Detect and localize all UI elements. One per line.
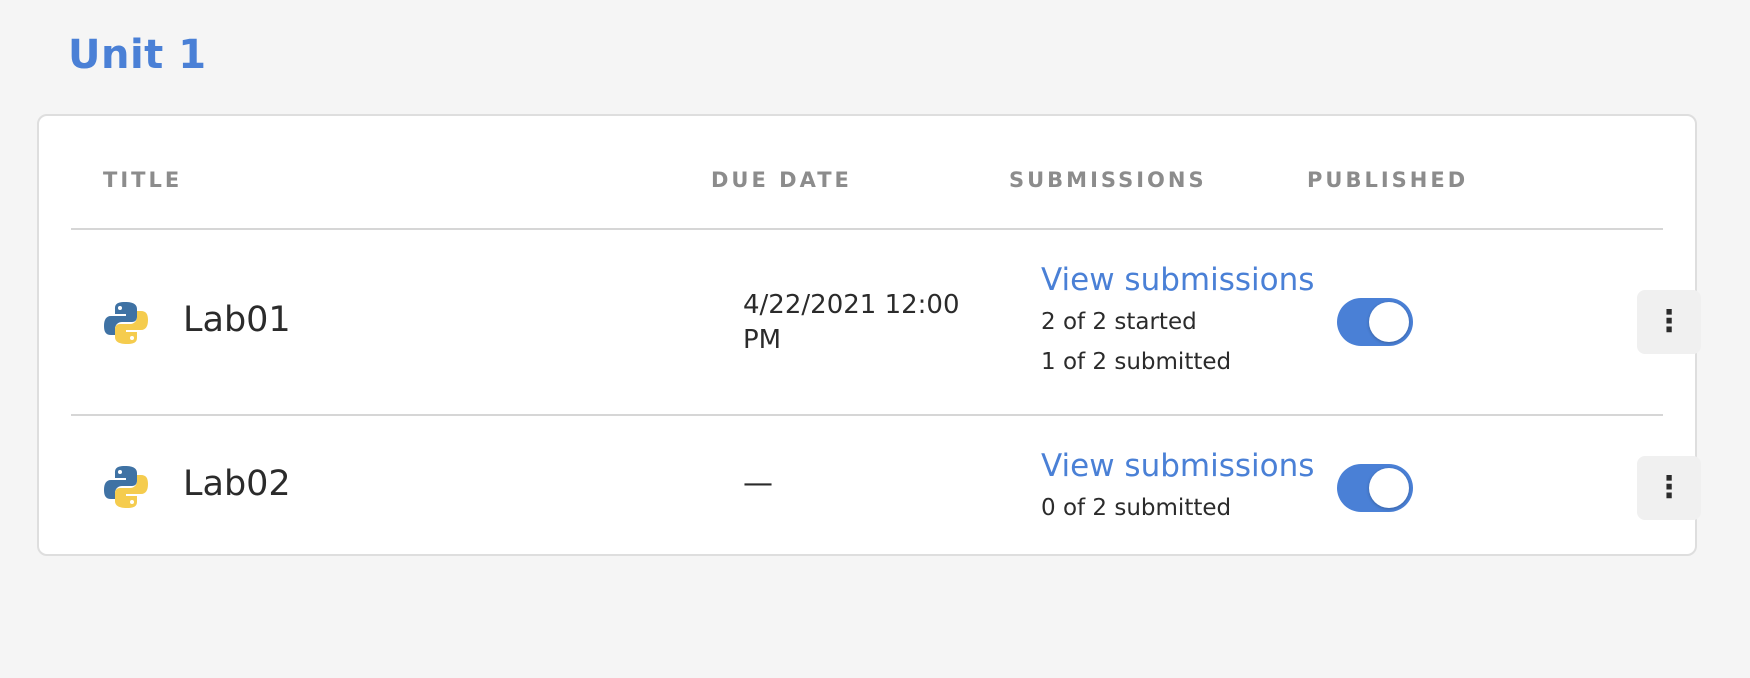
python-icon: [104, 302, 148, 344]
submitted-count: 1 of 2 submitted: [1041, 349, 1232, 375]
assignment-title[interactable]: Lab02: [183, 464, 291, 504]
more-options-button[interactable]: ⋮: [1637, 456, 1701, 520]
table-row: Lab01 4/22/2021 12:00 PM View submission…: [71, 230, 1701, 416]
toggle-knob: [1369, 302, 1409, 342]
column-header-submissions[interactable]: SUBMISSIONS: [1009, 168, 1207, 192]
published-toggle[interactable]: [1337, 464, 1413, 512]
python-icon: [104, 466, 148, 508]
due-date: 4/22/2021 12:00 PM: [743, 290, 960, 355]
submissions-cell: View submissions 0 of 2 submitted: [1041, 448, 1314, 528]
unit-title: Unit 1: [68, 32, 207, 78]
submitted-count: 0 of 2 submitted: [1041, 495, 1232, 521]
more-vertical-icon: ⋮: [1654, 470, 1684, 505]
more-vertical-icon: ⋮: [1654, 304, 1684, 339]
column-header-title[interactable]: TITLE: [103, 168, 182, 192]
table-header: TITLE DUE DATE SUBMISSIONS PUBLISHED: [71, 116, 1663, 230]
toggle-knob: [1369, 468, 1409, 508]
published-toggle[interactable]: [1337, 298, 1413, 346]
submissions-cell: View submissions 2 of 2 started 1 of 2 s…: [1041, 262, 1314, 382]
started-count: 2 of 2 started: [1041, 309, 1197, 335]
view-submissions-link[interactable]: View submissions: [1041, 448, 1314, 484]
due-date: —: [743, 466, 773, 501]
assignments-table: TITLE DUE DATE SUBMISSIONS PUBLISHED Lab…: [37, 114, 1701, 556]
column-header-published[interactable]: PUBLISHED: [1307, 168, 1468, 192]
table-row: Lab02 — View submissions 0 of 2 submitte…: [71, 416, 1701, 554]
view-submissions-link[interactable]: View submissions: [1041, 262, 1314, 298]
assignment-title[interactable]: Lab01: [183, 300, 291, 340]
more-options-button[interactable]: ⋮: [1637, 290, 1701, 354]
column-header-due-date[interactable]: DUE DATE: [711, 168, 852, 192]
